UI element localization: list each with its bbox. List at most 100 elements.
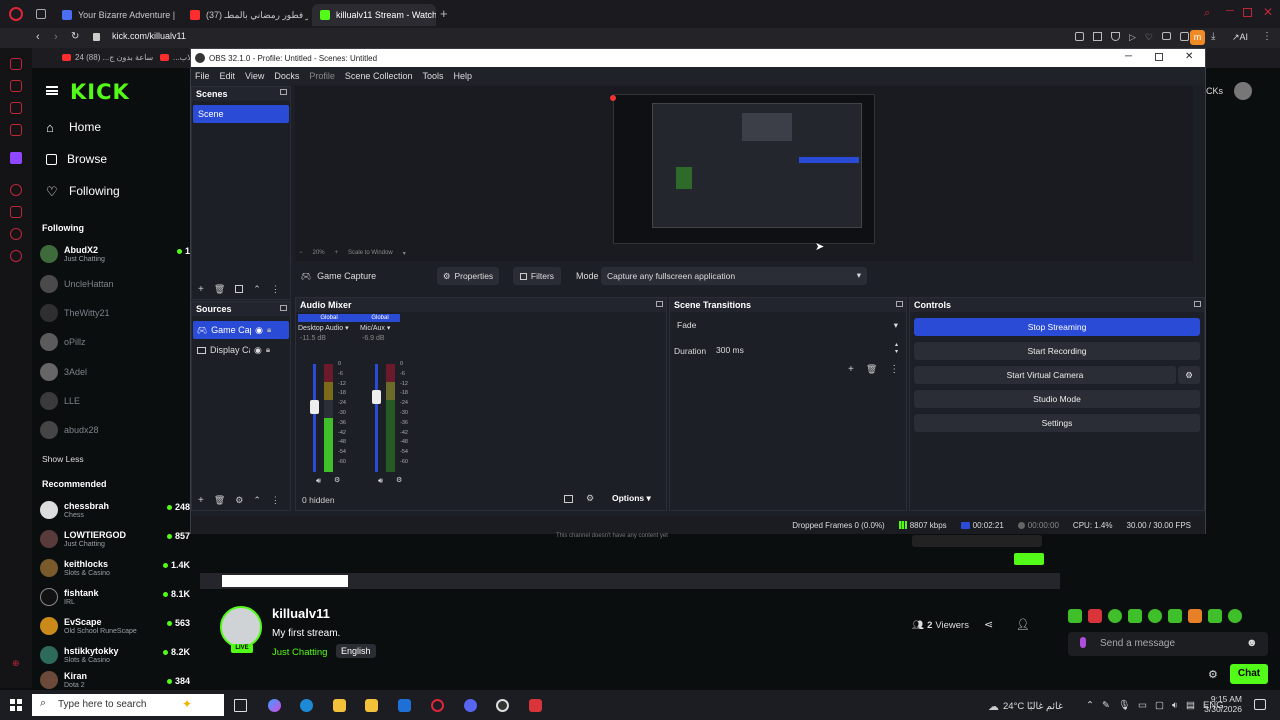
lock-source-icon[interactable]: 🔒︎ [266,345,270,355]
emote-icon[interactable] [1188,609,1202,623]
add-scene-icon[interactable]: + [198,284,204,295]
menu-tools[interactable]: Tools [422,71,443,81]
more-rail-icon[interactable]: ⊕ [12,658,20,669]
reload-icon[interactable]: ↻ [71,31,79,42]
scene-item[interactable]: Scene [193,105,289,123]
menu-profile[interactable]: Profile [309,71,335,81]
weather-widget[interactable]: ☁ 24°C غائم غالبًا [988,700,1063,713]
scale-mode[interactable]: Scale to Window [348,250,393,256]
source-item-game-capture[interactable]: 🎮︎ Game Capt ◉ 🔒︎ [193,321,289,339]
recommended-item[interactable]: fishtank IRL 8.1K [40,584,190,610]
recommended-item[interactable]: hstikkytokky Slots & Casino 8.2K [40,642,190,668]
obs-taskbar-icon[interactable] [496,699,509,712]
duration-spinbox[interactable]: 300 ms ▴ ▾ [712,342,902,358]
emote-icon[interactable] [1068,609,1082,623]
emoji-icon[interactable]: ☻ [1246,637,1258,649]
recommended-item[interactable]: chessbrah Chess 248 [40,497,190,523]
add-source-icon[interactable]: + [198,495,204,506]
emote-icon[interactable] [1228,609,1242,623]
microphone-icon[interactable]: 🎙︎ [1118,700,1130,711]
visibility-eye-icon[interactable]: ◉ [254,345,262,356]
mixer-layout-icon[interactable] [564,495,573,503]
source-settings-icon[interactable]: ⚙ [235,495,243,506]
filters-button[interactable]: Filters [513,267,561,285]
preview-area[interactable]: ➤ [295,86,1193,261]
twitch-icon[interactable] [10,152,22,164]
settings-button[interactable]: Settings [914,414,1200,432]
nav-following[interactable]: ♡ Following [46,184,120,198]
pin-icon[interactable] [1075,32,1084,41]
profile-avatar[interactable]: m [1190,30,1205,45]
source-more-icon[interactable]: ⋮ [271,495,280,506]
following-item[interactable]: LLE [40,388,190,414]
show-less-link[interactable]: Show Less [42,454,84,464]
language-tag[interactable]: English [336,644,376,658]
move-up-icon[interactable]: ⌃ [253,495,261,506]
kick-logo[interactable]: KICK [70,80,130,104]
camera-icon[interactable] [1162,32,1171,40]
volume-slider-track[interactable] [310,364,319,472]
following-item[interactable]: abudx28 [40,417,190,443]
copilot-icon[interactable] [268,699,281,712]
heart-outline-icon[interactable]: ♡ [1145,32,1153,43]
chat-icon[interactable] [10,102,22,114]
history-icon[interactable] [10,184,22,196]
emote-icon[interactable] [1208,609,1222,623]
move-up-icon[interactable]: ⌃ [253,284,261,295]
settings-rail-icon[interactable] [10,250,22,262]
clock[interactable]: 9:15 AM 3/30/2026 [1200,694,1242,714]
lock-source-icon[interactable]: 🔒︎ [267,325,271,335]
add-transition-icon[interactable]: + [848,364,854,375]
app-taskbar-icon[interactable] [529,699,542,712]
stop-streaming-button[interactable]: Stop Streaming [914,318,1200,336]
pen-icon[interactable]: ✎ [1102,700,1110,711]
volume-slider-handle[interactable] [372,390,381,404]
channel-name-select[interactable]: Desktop Audio ▾ [298,324,360,332]
menu-icon[interactable]: ⋮ [1262,31,1272,42]
music-icon[interactable] [10,124,22,136]
emote-icon[interactable] [1168,609,1182,623]
close-browser-button[interactable]: ✕ [1263,5,1273,19]
hamburger-menu-icon[interactable] [46,86,58,95]
download-icon[interactable]: ⤓ [1211,31,1215,42]
properties-button[interactable]: ⚙ Properties [437,267,499,285]
channel-settings-icon[interactable]: ⚙ [396,476,402,484]
heart-rail-icon[interactable] [10,228,22,240]
following-item[interactable]: AbudX2 Just Chatting 1 [40,241,190,267]
menu-file[interactable]: File [195,71,210,81]
obs-minimize-button[interactable]: ─ [1125,51,1132,62]
following-item[interactable]: 3Adel [40,359,190,385]
emote-icon[interactable] [1128,609,1142,623]
recommended-item[interactable]: keithlocks Slots & Casino 1.4K [40,555,190,581]
recommended-item[interactable]: LOWTIERGOD Just Chatting 857 [40,526,190,552]
windows-start-icon[interactable] [10,699,22,711]
nav-browse[interactable]: Browse [46,152,107,166]
extensions-icon[interactable] [1180,32,1189,41]
edge-icon[interactable] [300,699,313,712]
user-avatar[interactable] [1234,82,1252,100]
follow-user-icon[interactable]: 👤︎ [1016,618,1030,631]
screenshot-icon[interactable] [1093,32,1102,41]
following-item[interactable]: UncleHattan [40,271,190,297]
studio-mode-button[interactable]: Studio Mode [914,390,1200,408]
share-icon[interactable]: ⋖ [984,618,993,631]
transition-select[interactable]: Fade ▾ [674,318,902,334]
discord-icon[interactable] [464,699,477,712]
following-item[interactable]: oPillz [40,329,190,355]
notifications-icon[interactable] [1254,699,1266,710]
source-item-display-capture[interactable]: Display Ca ◉ 🔒︎ [193,341,289,359]
zoom-out-icon[interactable]: − [299,250,303,256]
zoom-in-icon[interactable]: + [335,250,339,256]
start-recording-button[interactable]: Start Recording [914,342,1200,360]
category-link[interactable]: Just Chatting [272,647,327,658]
back-icon[interactable]: ‹ [36,31,40,43]
channel-name[interactable]: killualv11 [272,606,330,621]
chevron-up-icon[interactable]: ⌃ [1086,700,1094,711]
maximize-browser-button[interactable] [1243,8,1252,17]
taskbar-search[interactable]: ⌕ Type here to search ✦ [32,694,224,716]
mute-speaker-icon[interactable]: 🔊︎ [316,476,321,486]
bookmark-youtube-1[interactable]: 24 ساعة بدون ج... (88) [62,53,153,62]
search-tabs-icon[interactable]: ⌕ [1204,7,1210,20]
chat-settings-icon[interactable]: ⚙ [1208,668,1218,681]
channel-settings-icon[interactable]: ⚙ [334,476,340,484]
